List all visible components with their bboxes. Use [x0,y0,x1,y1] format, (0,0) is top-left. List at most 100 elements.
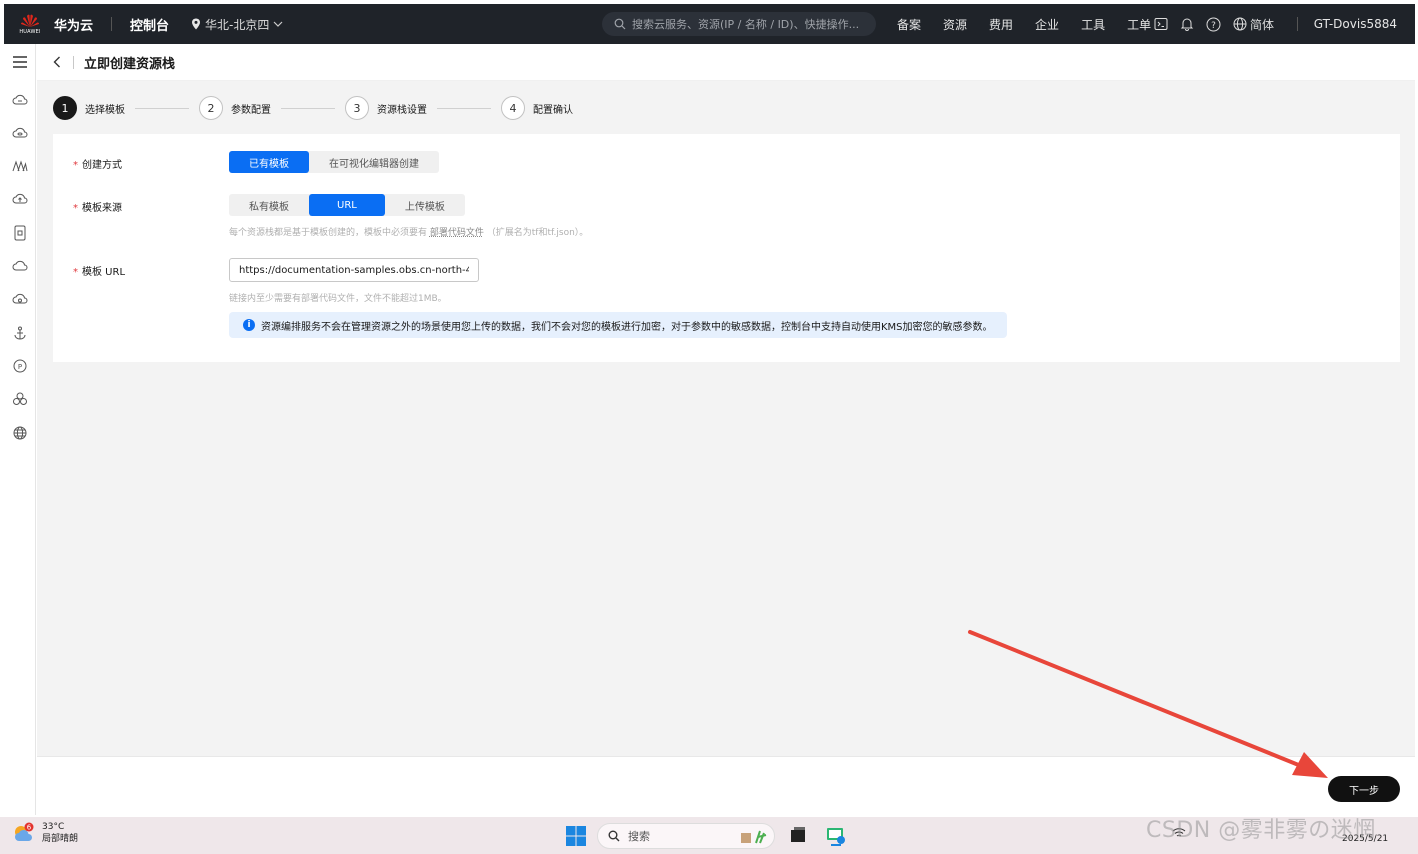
network-icon [12,160,28,172]
hint-text: 每个资源栈都是基于模板创建的，模板中必须要有 [229,228,428,238]
nav-resources[interactable]: 资源 [943,16,967,33]
step-number: 2 [199,96,223,120]
step-connector [437,107,491,109]
menu-toggle[interactable] [8,50,32,74]
step-label: 资源栈设置 [377,104,427,116]
language-switch[interactable]: 简体 [1233,16,1274,33]
watermark: CSDN @雾非雾の迷惘 [1146,818,1376,843]
sidebar-item-6[interactable] [8,254,32,278]
hamburger-menu-icon [13,56,27,68]
step-confirm: 4 配置确认 [501,96,573,120]
back-button[interactable] [49,54,65,70]
sidebar-item-5[interactable] [8,221,32,245]
template-source-selector: 私有模板 URL 上传模板 [229,194,465,216]
search-highlight-icon [741,830,767,844]
label-text: 模板来源 [82,203,122,214]
sidebar-item-10[interactable] [8,387,32,411]
template-url-hint: 链接内至少需要有部署代码文件，文件不能超过1MB。 [229,294,447,304]
nav-tools[interactable]: 工具 [1081,16,1105,33]
nav-billing[interactable]: 费用 [989,16,1013,33]
option-upload-template[interactable]: 上传模板 [385,194,465,216]
terminal-icon[interactable] [1154,17,1168,31]
taskbar-app-taskview[interactable] [789,826,807,847]
sidebar-item-7[interactable] [8,287,32,311]
template-form-card: * 创建方式 已有模板 在可视化编辑器创建 * 模板来源 私有模板 URL 上传模板… [53,134,1400,362]
weather-text: 33°C 局部晴朗 [42,821,78,845]
deploy-code-file-link[interactable]: 部署代码文件 [430,228,484,238]
huawei-logo[interactable]: HUAWEI [16,10,44,38]
bell-icon[interactable] [1180,17,1194,31]
template-source-label: * 模板来源 [73,199,122,214]
step-label: 参数配置 [231,104,271,116]
divider [111,17,113,31]
create-method-selector: 已有模板 在可视化编辑器创建 [229,151,439,173]
option-private-template[interactable]: 私有模板 [229,194,309,216]
svg-text:P: P [18,363,22,371]
step-number: 4 [501,96,525,120]
option-existing-template[interactable]: 已有模板 [229,151,309,173]
step-parameter-config: 2 参数配置 [199,96,271,120]
cloud-server-icon [12,94,28,105]
taskbar-search-label: 搜索 [628,830,650,843]
sidebar-item-8[interactable] [8,321,32,345]
option-visual-editor[interactable]: 在可视化编辑器创建 [309,151,439,173]
step-number: 3 [345,96,369,120]
brand-name[interactable]: 华为云 [54,15,93,34]
globe-icon [1233,17,1247,31]
template-url-label: * 模板 URL [73,263,125,278]
label-text: 模板 URL [82,267,126,278]
step-connector [281,107,335,109]
language-label: 简体 [1250,17,1275,32]
weather-badge: 6 [27,824,32,832]
nav-enterprise[interactable]: 企业 [1035,16,1059,33]
cloud-icon [12,260,28,271]
top-icon-group: ? 简体 [1154,4,1274,44]
search-icon [614,18,626,30]
help-icon[interactable]: ? [1206,17,1221,32]
notice-text: 资源编排服务不会在管理资源之外的场景使用您上传的数据，我们不会对您的模板进行加密… [261,321,993,333]
step-connector [135,107,189,109]
service-sidebar: P [4,44,36,815]
step-stack-settings: 3 资源栈设置 [345,96,427,120]
document-icon [14,225,26,241]
nav-beian[interactable]: 备案 [897,16,921,33]
info-icon: i [243,319,255,331]
start-button[interactable] [566,826,586,849]
sidebar-item-4[interactable] [8,187,32,211]
required-mark: * [73,203,78,214]
sidebar-item-9[interactable]: P [8,354,32,378]
step-select-template: 1 选择模板 [53,96,125,120]
step-label: 选择模板 [85,104,125,116]
console-link[interactable]: 控制台 [130,15,169,34]
main-content: 1 选择模板 2 参数配置 3 资源栈设置 4 配置确认 * 创建方式 已有模板 … [37,81,1415,756]
sidebar-item-2[interactable] [8,121,32,145]
weather-widget[interactable]: 6 33°C 局部晴朗 [12,821,78,845]
create-method-label: * 创建方式 [73,156,122,171]
nav-tickets[interactable]: 工单 [1127,16,1151,33]
taskbar-app-remote[interactable] [825,826,847,849]
sidebar-item-1[interactable] [8,88,32,112]
global-search-input[interactable]: 搜索云服务、资源(IP / 名称 / ID)、快捷操作... [602,12,876,36]
svg-text:?: ? [1211,21,1216,31]
weather-description: 局部晴朗 [42,834,79,844]
template-url-input[interactable] [229,258,479,282]
region-selector[interactable]: 华北-北京四 [191,16,283,33]
required-mark: * [73,267,78,278]
next-step-button[interactable]: 下一步 [1328,776,1400,802]
temperature: 33°C [42,822,65,832]
hint-text: （扩展名为tf和tf.json）。 [486,228,589,238]
parking-icon: P [13,359,27,373]
step-number: 1 [53,96,77,120]
template-source-hint: 每个资源栈都是基于模板创建的，模板中必须要有 部署代码文件 （扩展名为tf和tf… [229,225,588,238]
windows-logo-icon [566,826,586,846]
sidebar-item-11[interactable] [8,421,32,445]
logo-text: HUAWEI [19,28,41,35]
wizard-steps: 1 选择模板 2 参数配置 3 资源栈设置 4 配置确认 [53,95,573,121]
step-label: 配置确认 [533,104,573,116]
account-name: GT-Dovis5884 [1313,17,1397,31]
taskbar-search[interactable]: 搜索 [597,823,775,849]
account-menu[interactable]: GT-Dovis5884 [1296,4,1397,44]
option-url[interactable]: URL [309,194,385,216]
sidebar-item-3[interactable] [8,154,32,178]
cloud-sync-icon [12,293,28,304]
